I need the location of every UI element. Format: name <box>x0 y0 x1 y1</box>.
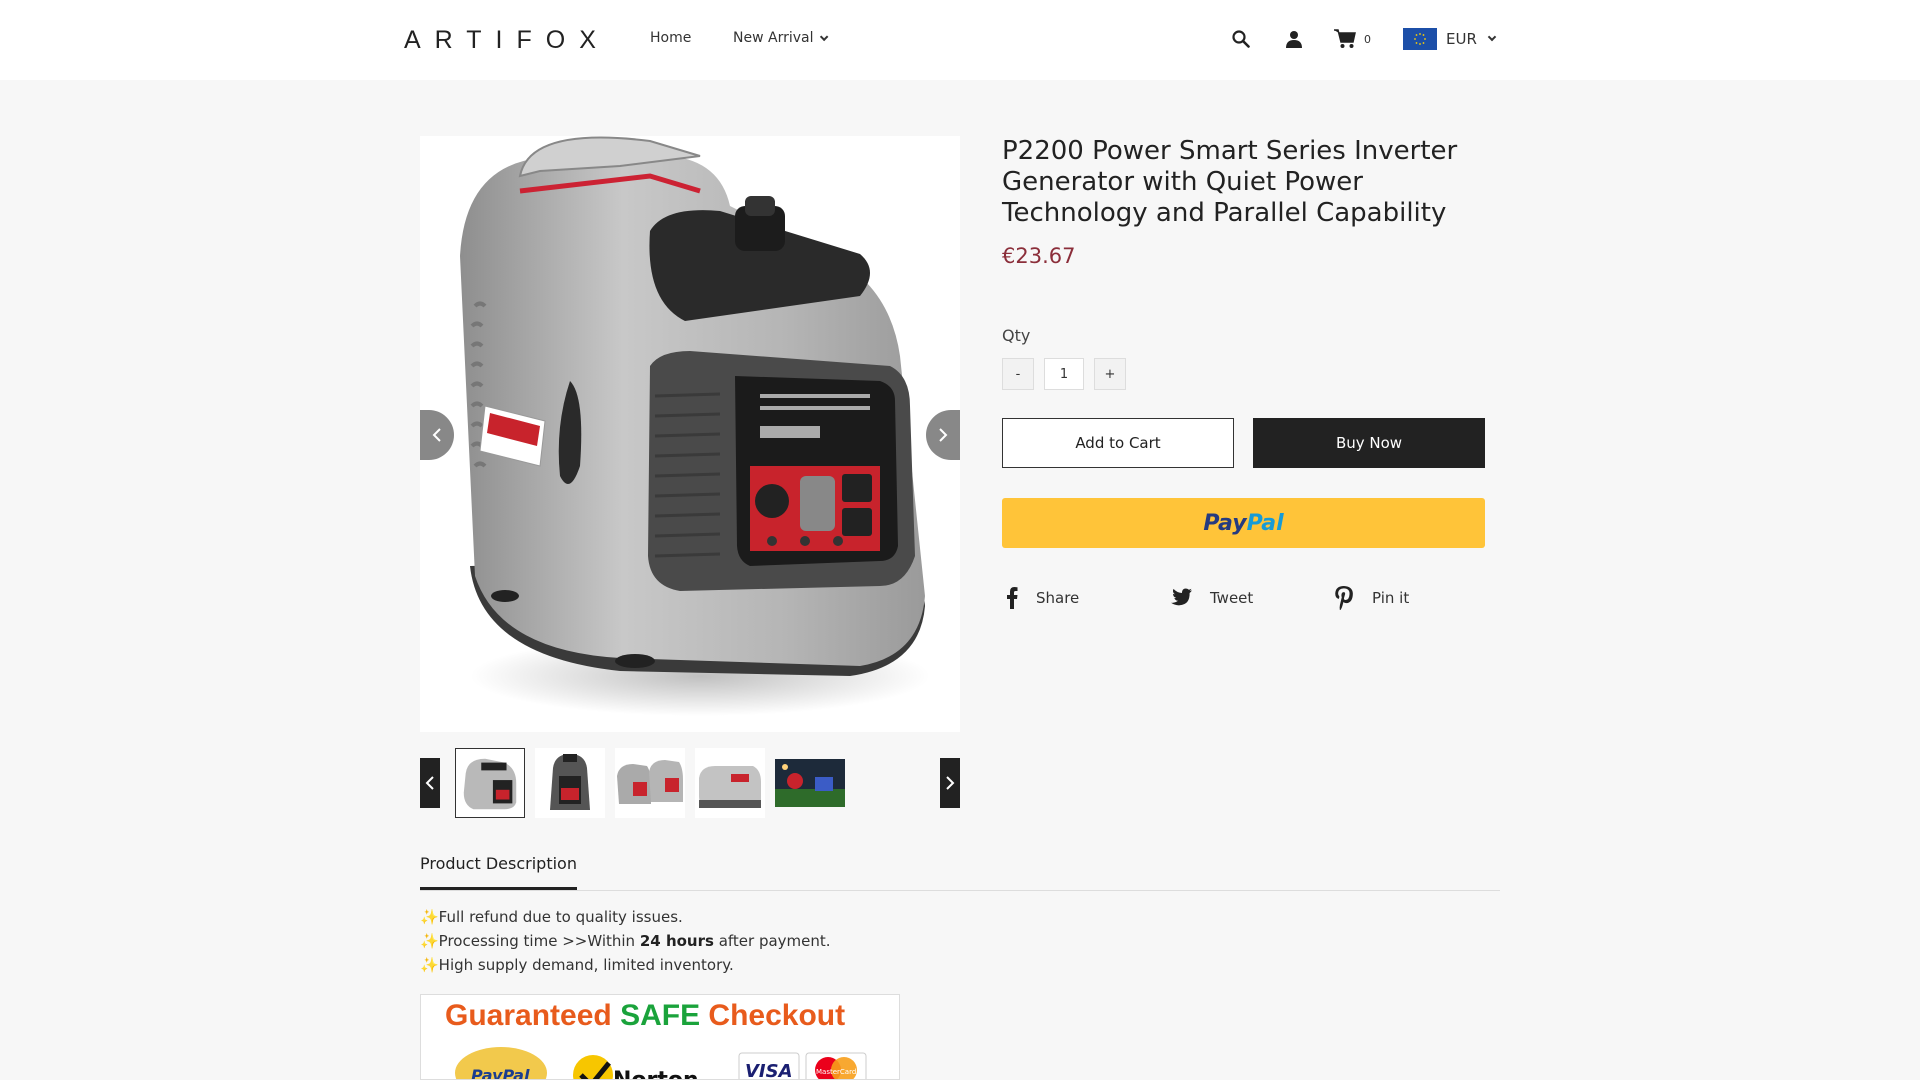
description-line: ✨Full refund due to quality issues. <box>420 908 683 926</box>
cart-icon[interactable] <box>1334 29 1356 49</box>
thumbnail-prev-button[interactable] <box>420 758 440 808</box>
facebook-icon <box>1007 587 1018 609</box>
nav-new-arrival-label: New Arrival <box>733 30 814 46</box>
thumbnail-5[interactable] <box>775 759 845 807</box>
safe-checkout-banner: Guaranteed SAFE Checkout PayPal Norton V… <box>420 994 900 1080</box>
share-facebook-button[interactable]: Share <box>1006 586 1079 610</box>
badge-paypal: PayPal <box>471 1066 530 1080</box>
add-to-cart-button[interactable]: Add to Cart <box>1002 418 1234 468</box>
thumbnail-3[interactable] <box>615 748 685 818</box>
share-twitter-label: Tweet <box>1210 589 1254 607</box>
paypal-button[interactable]: Pay Pal <box>1002 498 1485 548</box>
thumbnail-2[interactable] <box>535 748 605 818</box>
twitter-icon <box>1171 588 1192 606</box>
paypal-logo-pal: Pal <box>1246 510 1284 536</box>
qty-label: Qty <box>1002 326 1031 345</box>
chevron-right-icon <box>939 428 948 442</box>
qty-increase-button[interactable]: + <box>1094 358 1126 390</box>
search-icon[interactable] <box>1232 30 1250 48</box>
chevron-left-icon <box>425 776 434 790</box>
thumbnail-4[interactable] <box>695 748 765 818</box>
description-text: after payment. <box>713 932 831 950</box>
safe-title-part: Guaranteed <box>445 999 621 1032</box>
payment-badges: PayPal Norton VISA MasterCard <box>455 1047 867 1080</box>
thumbnail-1[interactable] <box>455 748 525 818</box>
thumbnail-next-button[interactable] <box>940 758 960 808</box>
product-title: P2200 Power Smart Series Inverter Genera… <box>1002 136 1458 228</box>
currency-selector[interactable]: EUR <box>1446 30 1477 48</box>
cart-count: 0 <box>1364 33 1371 46</box>
eu-flag-icon[interactable] <box>1403 28 1437 50</box>
chevron-right-icon <box>946 776 955 790</box>
share-pinterest-button[interactable]: Pin it <box>1334 586 1409 610</box>
paypal-logo-pay: Pay <box>1203 510 1247 536</box>
chevron-down-icon <box>820 32 829 42</box>
nav-new-arrival[interactable]: New Arrival <box>733 30 829 46</box>
safe-title-part: SAFE <box>620 999 701 1032</box>
share-twitter-button[interactable]: Tweet <box>1168 586 1253 610</box>
description-line: ✨Processing time >>Within 24 hours after… <box>420 932 831 950</box>
buy-now-button[interactable]: Buy Now <box>1253 418 1485 468</box>
badge-norton: Norton <box>613 1068 699 1080</box>
badge-mastercard: MasterCard <box>816 1068 856 1076</box>
user-icon[interactable] <box>1285 30 1303 48</box>
nav-home[interactable]: Home <box>650 30 691 46</box>
chevron-left-icon <box>432 428 441 442</box>
qty-input[interactable]: 1 <box>1044 358 1084 390</box>
description-bold-text: 24 hours <box>639 932 714 950</box>
badge-visa: VISA <box>745 1061 793 1080</box>
description-line: ✨High supply demand, limited inventory. <box>420 956 734 974</box>
tab-divider <box>420 890 1500 891</box>
tab-product-description[interactable]: Product Description <box>420 854 577 890</box>
qty-decrease-button[interactable]: - <box>1002 358 1034 390</box>
safe-checkout-title: Guaranteed SAFE Checkout <box>445 999 845 1033</box>
pinterest-icon <box>1335 586 1353 610</box>
site-header: ARTIFOX Home New Arrival 0 EUR <box>0 0 1920 80</box>
share-facebook-label: Share <box>1036 589 1080 607</box>
site-logo[interactable]: ARTIFOX <box>404 26 610 55</box>
safe-title-part: Checkout <box>700 999 846 1032</box>
description-text: ✨Processing time >>Within <box>420 932 640 950</box>
product-main-image[interactable] <box>420 136 960 732</box>
chevron-down-icon[interactable] <box>1487 32 1497 42</box>
product-price: €23.67 <box>1002 244 1076 268</box>
share-pinterest-label: Pin it <box>1372 589 1410 607</box>
